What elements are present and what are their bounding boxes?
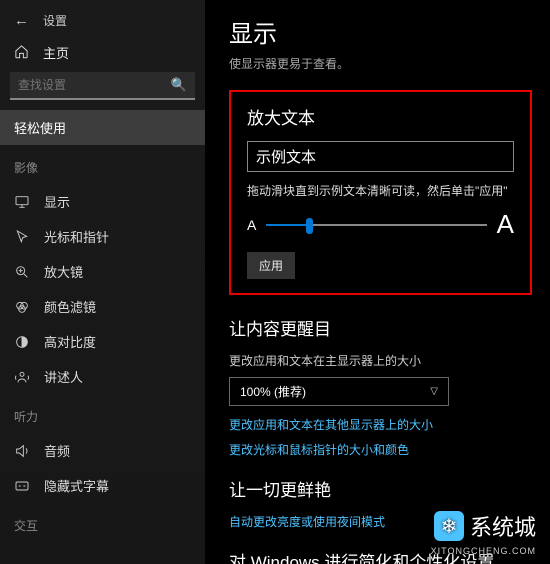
watermark: ❄ 系统城 XITONGCHENG.COM bbox=[434, 510, 536, 542]
magnifier-icon bbox=[14, 264, 30, 280]
category-active[interactable]: 轻松使用 bbox=[0, 110, 205, 145]
sidebar-item-audio[interactable]: 音频 bbox=[0, 433, 205, 468]
select-value: 100% (推荐) bbox=[240, 383, 306, 400]
prominent-block: 让内容更醒目 更改应用和文本在主显示器上的大小 100% (推荐) ▽ 更改应用… bbox=[229, 315, 532, 458]
sidebar: ← 设置 主页 🔍 轻松使用 影像 显示 光标和指针 放大镜 bbox=[0, 0, 205, 564]
enlarge-heading: 放大文本 bbox=[247, 104, 514, 129]
text-size-slider-row: A A bbox=[247, 209, 514, 240]
monitor-icon bbox=[14, 194, 30, 210]
slider-thumb[interactable] bbox=[306, 218, 313, 234]
slider-min-label: A bbox=[247, 217, 256, 233]
vivid-heading: 让一切更鲜艳 bbox=[229, 476, 532, 501]
sidebar-item-cursor[interactable]: 光标和指针 bbox=[0, 219, 205, 254]
header-row: ← 设置 bbox=[0, 8, 205, 37]
slider-desc: 拖动滑块直到示例文本清晰可读，然后单击"应用" bbox=[247, 182, 514, 199]
audio-icon bbox=[14, 443, 30, 459]
home-nav[interactable]: 主页 bbox=[0, 37, 205, 72]
home-label: 主页 bbox=[43, 43, 69, 62]
contrast-icon bbox=[14, 334, 30, 350]
watermark-text: 系统城 bbox=[470, 510, 536, 542]
section-header-hearing: 听力 bbox=[0, 394, 205, 433]
page-title: 显示 bbox=[229, 14, 532, 49]
sidebar-item-label: 讲述人 bbox=[44, 367, 83, 386]
prominent-desc: 更改应用和文本在主显示器上的大小 bbox=[229, 352, 532, 369]
page-subtitle: 使显示器更易于查看。 bbox=[229, 55, 532, 72]
narrator-icon bbox=[14, 369, 30, 385]
main-panel: 显示 使显示器更易于查看。 放大文本 示例文本 拖动滑块直到示例文本清晰可读，然… bbox=[205, 0, 550, 564]
section-header-vision: 影像 bbox=[0, 145, 205, 184]
sidebar-item-narrator[interactable]: 讲述人 bbox=[0, 359, 205, 394]
sidebar-item-label: 高对比度 bbox=[44, 332, 96, 351]
sidebar-item-colorfilter[interactable]: 颜色滤镜 bbox=[0, 289, 205, 324]
highlight-box: 放大文本 示例文本 拖动滑块直到示例文本清晰可读，然后单击"应用" A A 应用 bbox=[229, 90, 532, 295]
watermark-logo-icon: ❄ bbox=[434, 511, 464, 541]
sidebar-item-label: 颜色滤镜 bbox=[44, 297, 96, 316]
sample-text-box: 示例文本 bbox=[247, 141, 514, 172]
sidebar-item-magnifier[interactable]: 放大镜 bbox=[0, 254, 205, 289]
settings-label: 设置 bbox=[43, 12, 67, 29]
chevron-down-icon: ▽ bbox=[430, 386, 438, 397]
sidebar-item-highcontrast[interactable]: 高对比度 bbox=[0, 324, 205, 359]
captions-icon bbox=[14, 478, 30, 494]
sidebar-item-captions[interactable]: 隐藏式字幕 bbox=[0, 468, 205, 503]
slider-max-label: A bbox=[497, 209, 514, 240]
search-wrap: 🔍 bbox=[10, 72, 195, 100]
home-icon bbox=[14, 44, 29, 62]
other-displays-link[interactable]: 更改应用和文本在其他显示器上的大小 bbox=[229, 416, 532, 433]
back-icon[interactable]: ← bbox=[14, 12, 29, 29]
colorfilter-icon bbox=[14, 299, 30, 315]
search-input[interactable] bbox=[10, 72, 195, 100]
sidebar-item-label: 放大镜 bbox=[44, 262, 83, 281]
sidebar-item-label: 音频 bbox=[44, 441, 70, 460]
sidebar-item-label: 显示 bbox=[44, 192, 70, 211]
cursor-size-link[interactable]: 更改光标和鼠标指针的大小和颜色 bbox=[229, 441, 532, 458]
watermark-url: XITONGCHENG.COM bbox=[431, 546, 536, 556]
sidebar-item-display[interactable]: 显示 bbox=[0, 184, 205, 219]
sidebar-item-label: 隐藏式字幕 bbox=[44, 476, 109, 495]
text-size-slider[interactable] bbox=[266, 224, 486, 226]
scale-select[interactable]: 100% (推荐) ▽ bbox=[229, 377, 449, 406]
apply-button[interactable]: 应用 bbox=[247, 252, 295, 279]
cursor-icon bbox=[14, 229, 30, 245]
prominent-heading: 让内容更醒目 bbox=[229, 315, 532, 340]
section-header-interaction: 交互 bbox=[0, 503, 205, 542]
sidebar-item-label: 光标和指针 bbox=[44, 227, 109, 246]
